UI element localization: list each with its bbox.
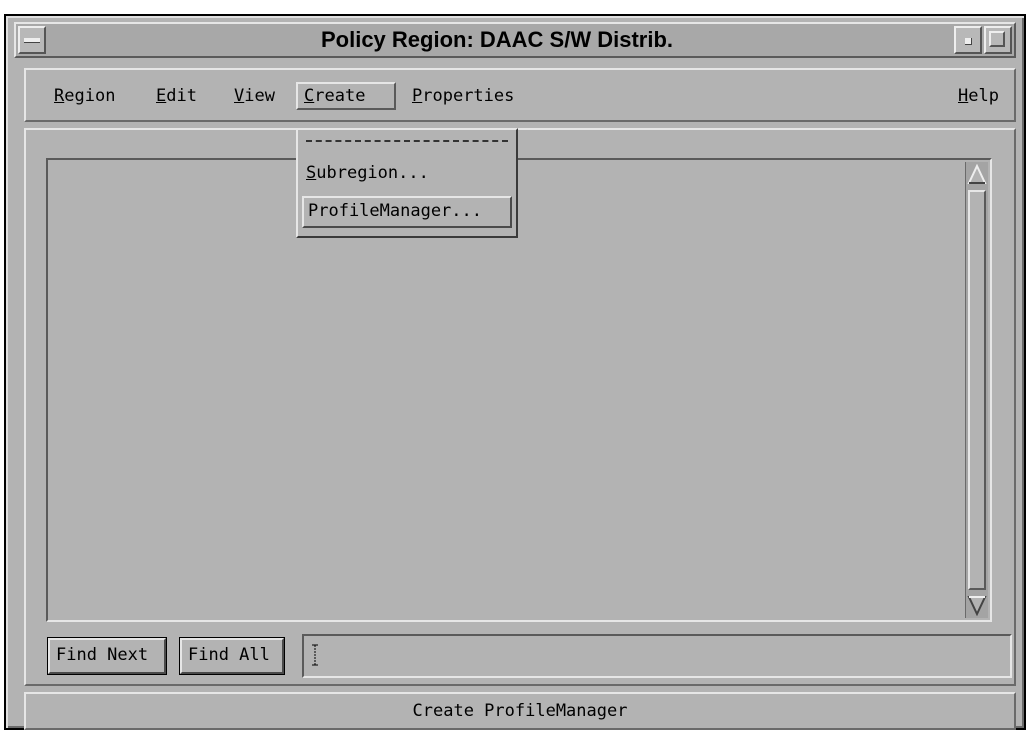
menu-region-label: egion: [64, 86, 116, 106]
menu-region[interactable]: Region: [48, 82, 121, 110]
menu-properties[interactable]: Properties: [406, 82, 520, 110]
main-panel: Find Next Find All: [24, 128, 1016, 686]
title-bar[interactable]: Policy Region: DAAC S/W Distrib.: [14, 22, 1016, 58]
menu-bar: Region Edit View Create Properties Help: [24, 68, 1016, 122]
status-bar: Create ProfileManager: [24, 692, 1016, 730]
find-input[interactable]: [302, 634, 1012, 678]
menu-edit-mnemonic: E: [156, 86, 167, 106]
region-canvas[interactable]: [46, 158, 992, 622]
find-next-button[interactable]: Find Next: [47, 637, 167, 675]
menu-create-label: reate: [314, 86, 366, 106]
window-menu-icon[interactable]: [18, 26, 46, 54]
menu-view-mnemonic: V: [234, 86, 245, 106]
create-menu-dropdown: Subregion... ProfileManager...: [296, 128, 518, 238]
policy-region-window: Policy Region: DAAC S/W Distrib. Region …: [4, 14, 1026, 730]
menu-properties-mnemonic: P: [412, 86, 423, 106]
profilemanager-label: ProfileManager...: [308, 201, 482, 221]
arrow-up-icon[interactable]: [967, 164, 987, 186]
menu-edit[interactable]: Edit: [150, 82, 203, 110]
minimize-icon[interactable]: [954, 26, 982, 54]
menu-create[interactable]: Create: [296, 82, 396, 110]
menu-item-profilemanager[interactable]: ProfileManager...: [302, 196, 512, 228]
menu-help[interactable]: Help: [952, 82, 1005, 110]
find-all-button[interactable]: Find All: [179, 637, 285, 675]
window-title: Policy Region: DAAC S/W Distrib.: [320, 27, 674, 52]
arrow-down-icon[interactable]: [967, 594, 987, 616]
text-caret-icon: [312, 644, 318, 666]
tearoff-line[interactable]: [306, 140, 508, 142]
menu-region-mnemonic: R: [54, 86, 65, 106]
menu-view[interactable]: View: [228, 82, 281, 110]
menu-view-label: iew: [244, 86, 275, 106]
menu-help-label: elp: [968, 86, 999, 106]
menu-help-mnemonic: H: [958, 86, 969, 106]
vertical-scrollbar[interactable]: [965, 162, 988, 618]
menu-properties-label: roperties: [422, 86, 515, 106]
menu-create-mnemonic: C: [304, 86, 315, 106]
scrollbar-trough[interactable]: [968, 190, 986, 590]
subregion-label: ubregion...: [316, 163, 429, 183]
menu-edit-label: dit: [166, 86, 197, 106]
subregion-mnemonic: S: [306, 163, 317, 183]
maximize-icon[interactable]: [984, 26, 1012, 54]
menu-item-subregion[interactable]: Subregion...: [302, 158, 512, 190]
